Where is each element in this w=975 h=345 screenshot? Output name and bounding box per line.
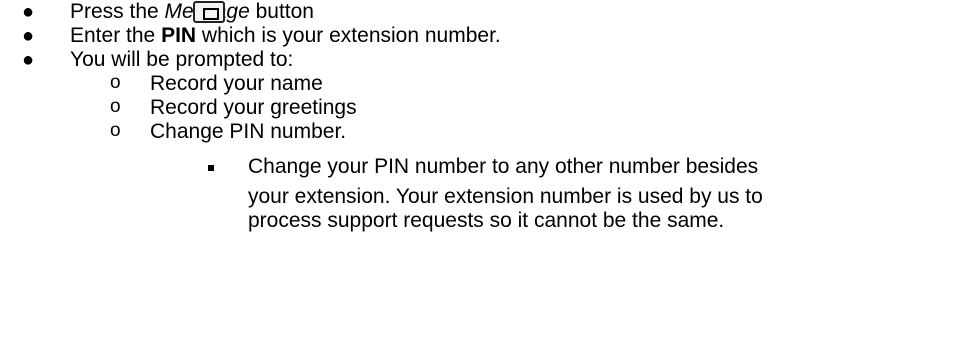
instruction-press-message: Press the Message button <box>70 0 314 24</box>
square-bullet <box>208 165 214 171</box>
sub-bullet-circle: o <box>110 72 121 93</box>
bullet-dot: ● <box>22 25 35 47</box>
bullet-dot: ● <box>22 1 35 23</box>
instruction-text: Press the <box>70 0 165 23</box>
bullet-dot: ● <box>22 49 35 71</box>
pin-word: PIN <box>161 24 197 47</box>
sub-bullet-circle: o <box>110 96 121 117</box>
sub-item-record-greetings: Record your greetings <box>150 96 357 119</box>
instruction-enter-pin: Enter the PIN which is your extension nu… <box>70 24 501 48</box>
note-line-2: your extension. Your extension number is… <box>248 185 763 208</box>
instruction-prompted: You will be prompted to: <box>70 48 294 71</box>
envelope-icon <box>203 8 219 20</box>
message-button-icon <box>193 1 225 23</box>
instruction-text: Enter the <box>70 24 162 47</box>
instruction-text: which is your extension number. <box>196 24 501 47</box>
note-line-1: Change your PIN number to any other numb… <box>248 155 759 178</box>
sub-bullet-circle: o <box>110 120 121 141</box>
sub-item-change-pin: Change PIN number. <box>150 120 347 143</box>
note-line-3: process support requests so it cannot be… <box>248 209 725 232</box>
sub-item-record-name: Record your name <box>150 72 323 95</box>
instruction-text: button <box>249 0 314 23</box>
